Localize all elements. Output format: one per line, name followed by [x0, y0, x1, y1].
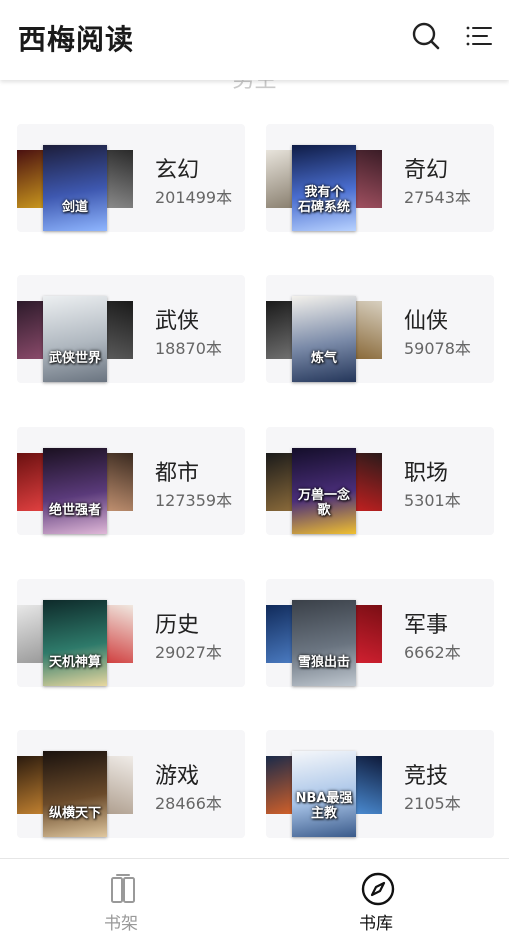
- category-name: 仙侠: [404, 309, 449, 334]
- book-cover-thumbnail: [266, 756, 292, 814]
- category-card[interactable]: 天机神算 历史 29027本: [17, 579, 245, 687]
- book-cover-thumbnail: [356, 301, 382, 359]
- book-cover-thumbnail: [266, 301, 292, 359]
- category-book-count: 27543本: [404, 188, 471, 207]
- category-card[interactable]: 万兽一念歌 职场 5301本: [266, 427, 494, 535]
- category-book-count: 5301本: [404, 491, 461, 510]
- book-cover: 纵横天下: [43, 751, 107, 837]
- book-cover-thumbnail: [17, 756, 43, 814]
- book-cover: 剑道: [43, 145, 107, 231]
- category-name: 历史: [155, 613, 200, 638]
- category-name: 奇幻: [404, 158, 449, 183]
- menu-icon[interactable]: [462, 20, 494, 52]
- book-cover: 天机神算: [43, 600, 107, 686]
- category-name: 军事: [404, 613, 449, 638]
- book-cover-thumbnail: [107, 453, 133, 511]
- category-card[interactable]: 炼气 仙侠 59078本: [266, 275, 494, 383]
- book-cover-thumbnail: [107, 301, 133, 359]
- tab-library[interactable]: 书库: [255, 859, 509, 937]
- book-cover: NBA最强主教: [292, 751, 356, 837]
- category-card[interactable]: 纵横天下 游戏 28466本: [17, 730, 245, 838]
- book-cover-title: 万兽一念歌: [297, 488, 350, 518]
- book-cover-title: 纵横天下: [48, 805, 101, 821]
- category-card[interactable]: NBA最强主教 竞技 2105本: [266, 730, 494, 838]
- category-card[interactable]: 剑道 玄幻 201499本: [17, 124, 245, 232]
- category-card[interactable]: 绝世强者 都市 127359本: [17, 427, 245, 535]
- tab-bookshelf[interactable]: 书架: [0, 859, 254, 937]
- book-cover-thumbnail: [17, 605, 43, 663]
- book-cover-title: NBA最强主教: [295, 791, 353, 821]
- book-cover-title: 雪狼出击: [297, 654, 350, 670]
- category-grid: 剑道 玄幻 201499本 我有个 石碑系统 奇幻 27543本 武侠世界 武侠 18870本炼…: [0, 0, 509, 858]
- category-book-count: 29027本: [155, 643, 222, 662]
- book-cover-thumbnail: [356, 756, 382, 814]
- book-cover-thumbnail: [17, 301, 43, 359]
- category-card[interactable]: 武侠世界 武侠 18870本: [17, 275, 245, 383]
- category-book-count: 201499本: [155, 188, 233, 207]
- book-cover-title: 炼气: [310, 350, 337, 366]
- book-cover-thumbnail: [356, 605, 382, 663]
- book-cover-thumbnail: [17, 150, 43, 208]
- category-name: 玄幻: [155, 158, 200, 183]
- book-cover: 绝世强者: [43, 448, 107, 534]
- category-name: 都市: [155, 461, 200, 486]
- book-cover: 万兽一念歌: [292, 448, 356, 534]
- book-cover-title: 武侠世界: [48, 350, 101, 366]
- category-book-count: 18870本: [155, 339, 222, 358]
- search-icon[interactable]: [410, 20, 442, 52]
- book-cover-thumbnail: [266, 453, 292, 511]
- category-book-count: 6662本: [404, 643, 461, 662]
- category-book-count: 2105本: [404, 794, 461, 813]
- book-cover-title: 绝世强者: [48, 502, 101, 518]
- book-cover-thumbnail: [107, 756, 133, 814]
- book-cover-thumbnail: [17, 453, 43, 511]
- book-cover-thumbnail: [356, 453, 382, 511]
- category-card[interactable]: 我有个 石碑系统 奇幻 27543本: [266, 124, 494, 232]
- app-title: 西梅阅读: [18, 23, 135, 56]
- category-book-count: 28466本: [155, 794, 222, 813]
- category-book-count: 127359本: [155, 491, 233, 510]
- book-cover-thumbnail: [266, 150, 292, 208]
- tab-bookshelf-label: 书架: [104, 914, 138, 934]
- tab-library-label: 书库: [359, 914, 393, 934]
- category-name: 职场: [404, 461, 449, 486]
- compass-icon: [361, 872, 395, 906]
- bookshelf-icon: [111, 874, 135, 903]
- book-cover: 雪狼出击: [292, 600, 356, 686]
- book-cover: 武侠世界: [43, 296, 107, 382]
- book-cover: 我有个 石碑系统: [292, 145, 356, 231]
- category-name: 武侠: [155, 309, 200, 334]
- book-cover-title: 我有个 石碑系统: [297, 185, 350, 215]
- category-card[interactable]: 雪狼出击 军事 6662本: [266, 579, 494, 687]
- book-cover-thumbnail: [356, 150, 382, 208]
- category-name: 竞技: [404, 764, 449, 789]
- book-cover: 炼气: [292, 296, 356, 382]
- category-book-count: 59078本: [404, 339, 471, 358]
- book-cover-thumbnail: [107, 605, 133, 663]
- book-cover-thumbnail: [266, 605, 292, 663]
- book-cover-thumbnail: [107, 150, 133, 208]
- bottom-tab-bar: 书架 书库: [0, 858, 509, 937]
- book-cover-title: 天机神算: [48, 654, 101, 670]
- category-name: 游戏: [155, 764, 200, 789]
- book-cover-title: 剑道: [61, 199, 88, 215]
- app-header: 西梅阅读: [0, 0, 509, 80]
